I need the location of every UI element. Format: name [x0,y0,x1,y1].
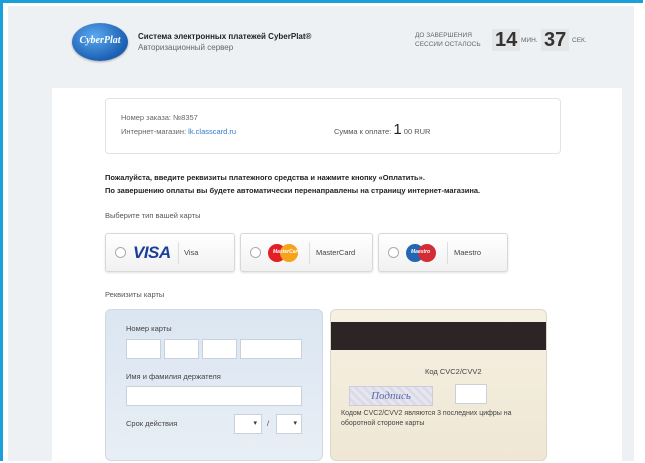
logo-text: CyberPlat [79,35,121,46]
signature-strip: Подпись [349,386,433,406]
card-type-label: Выберите тип вашей карты [105,211,201,220]
expiry-label: Срок действия [126,419,178,428]
card-front: Номер карты Имя и фамилия держателя Срок… [105,309,323,461]
system-title: Система электронных платежей CyberPlat® [138,32,312,41]
divider [309,242,310,264]
card-option-maestro[interactable]: Maestro Maestro [378,233,508,272]
divider [447,242,448,264]
radio-visa[interactable] [115,247,126,258]
mastercard-logo-icon: MasterCard [268,244,302,262]
divider [178,242,179,264]
card-back: Код CVC2/CVV2 Подпись Кодом CVC2/CVV2 яв… [330,309,547,461]
card-option-mastercard[interactable]: MasterCard MasterCard [240,233,373,272]
order-summary: Номер заказа: №8357 Интернет-магазин: lk… [105,98,561,154]
timer-label-line1: До завершения [415,32,472,39]
timer-label-line2: сессии осталось [415,41,481,48]
timer-minutes: 14 [492,29,521,51]
expiry-month-select[interactable]: ▾ [234,414,262,434]
mastercard-label: MasterCard [316,248,356,257]
radio-maestro[interactable] [388,247,399,258]
order-number: №8357 [173,113,198,122]
cvc-input[interactable] [455,384,487,404]
instructions-notice: Пожалуйста, введите реквизиты платежного… [105,171,480,197]
shop-row: Интернет-магазин: lk.classcard.ru [121,127,236,136]
payment-sum: Сумма к оплате: 1 00 RUR [334,121,430,138]
expiry-separator: / [267,419,270,428]
magnetic-stripe [331,322,546,350]
sum-label: Сумма к оплате: [334,127,392,136]
cvc-hint: Кодом CVC2/CVV2 являются 3 последних циф… [341,410,512,427]
order-number-label: Номер заказа: [121,113,172,122]
card-number-field-3[interactable] [202,339,237,359]
holder-name-label: Имя и фамилия держателя [126,372,221,381]
card-number-field-1[interactable] [126,339,161,359]
cvc-label: Код CVC2/CVV2 [425,367,482,376]
order-number-row: Номер заказа: №8357 [121,113,198,122]
sum-currency: 00 RUR [403,127,431,136]
maestro-logo-icon: Maestro [406,244,440,262]
card-details-label: Реквизиты карты [105,290,165,299]
timer-seconds-unit: сек. [572,37,587,44]
notice-line1: Пожалуйста, введите реквизиты платежного… [105,173,425,182]
timer-minutes-unit: мин. [521,37,538,44]
timer-seconds: 37 [541,29,570,51]
shop-label: Интернет-магазин: [121,127,187,136]
holder-name-input[interactable] [126,386,302,406]
maestro-label: Maestro [454,248,482,257]
notice-line2: По завершению оплаты вы будете автоматич… [105,186,481,195]
sum-amount: 1 [393,121,402,138]
card-number-field-4[interactable] [240,339,302,359]
card-option-visa[interactable]: VISA Visa [105,233,235,272]
session-timer-label: До завершения сессии осталось [415,31,481,49]
card-number-label: Номер карты [126,324,172,333]
expiry-year-select[interactable]: ▾ [276,414,302,434]
card-number-field-2[interactable] [164,339,199,359]
radio-mastercard[interactable] [250,247,261,258]
system-subtitle: Авторизационный сервер [138,43,234,52]
visa-logo-icon: VISA [133,243,171,262]
visa-label: Visa [184,248,199,257]
shop-link[interactable]: lk.classcard.ru [188,127,236,136]
cyberplat-logo: CyberPlat [72,23,128,61]
